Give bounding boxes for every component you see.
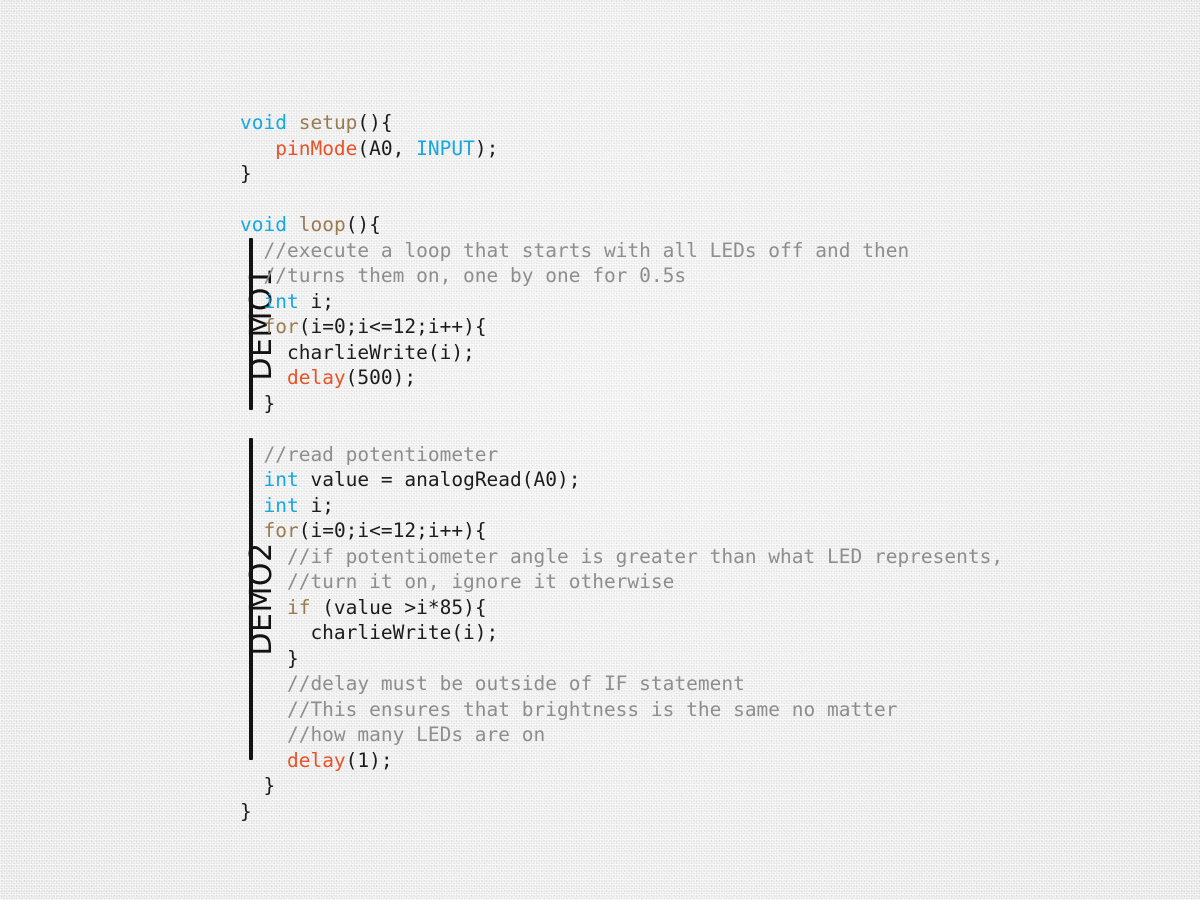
code-line: int value = analogRead(A0); <box>240 467 580 493</box>
code-line: //if potentiometer angle is greater than… <box>240 544 1003 570</box>
code-token: if <box>286 595 311 619</box>
code-token: for <box>263 519 299 542</box>
code-token: int <box>263 493 299 517</box>
code-line: int i; <box>240 289 334 315</box>
code-token: INPUT <box>416 136 475 160</box>
code-token: (500); <box>345 366 417 389</box>
code-token: } <box>240 646 299 670</box>
slide-canvas: DEMO1 DEMO2 void setup(){ pinMode(A0, IN… <box>0 0 1200 900</box>
code-token: ); <box>474 136 499 160</box>
code-line: charlieWrite(i); <box>240 620 498 646</box>
code-token: //turn it on, ignore it otherwise <box>240 570 675 593</box>
code-line: //read potentiometer <box>240 442 498 468</box>
code-token: } <box>240 391 276 415</box>
code-token: //turns them on, one by one for 0.5s <box>240 264 687 287</box>
code-line: } <box>240 773 275 799</box>
code-token: (i=0;i<=12;i++){ <box>298 315 487 338</box>
code-token: int <box>263 289 299 313</box>
code-line: } <box>240 161 252 187</box>
code-line: for(i=0;i<=12;i++){ <box>240 314 487 340</box>
code-token: loop <box>298 213 346 236</box>
code-line: int i; <box>240 493 334 519</box>
code-line: //turns them on, one by one for 0.5s <box>240 263 686 289</box>
code-line: //execute a loop that starts with all LE… <box>240 238 909 264</box>
code-token: } <box>240 162 252 185</box>
code-line: } <box>240 799 252 825</box>
code-token: pinMode <box>275 136 358 160</box>
code-token: int <box>263 468 299 491</box>
code-token: (value >i*85){ <box>310 595 487 619</box>
code-token: charlieWrite(i); <box>240 621 499 644</box>
code-line: for(i=0;i<=12;i++){ <box>240 518 487 544</box>
code-line: //This ensures that brightness is the sa… <box>240 697 898 723</box>
code-token: i; <box>298 493 334 517</box>
code-line: //how many LEDs are on <box>240 722 545 748</box>
code-token: } <box>240 799 252 823</box>
code-token: setup <box>298 111 358 134</box>
code-token: for <box>263 315 299 338</box>
code-token: //This ensures that brightness is the sa… <box>240 697 898 721</box>
code-token: void <box>240 213 287 236</box>
code-token: void <box>240 111 287 134</box>
code-token: i; <box>298 289 334 313</box>
code-line: void setup(){ <box>240 110 393 136</box>
code-block: void setup(){ pinMode(A0, INPUT);} void l… <box>0 0 1200 900</box>
code-line: if (value >i*85){ <box>240 595 487 621</box>
code-token: //if potentiometer angle is greater than… <box>240 544 1004 568</box>
code-line: pinMode(A0, INPUT); <box>240 136 498 162</box>
code-line: delay(1); <box>240 748 393 774</box>
code-token: delay <box>286 748 346 772</box>
code-token: delay <box>286 366 346 389</box>
code-line: } <box>240 391 275 417</box>
code-line: } <box>240 646 299 672</box>
code-token: charlieWrite(i); <box>240 340 475 364</box>
code-token: value = analogRead(A0); <box>298 468 581 491</box>
code-token: //execute a loop that starts with all LE… <box>240 238 910 262</box>
code-token: (){ <box>345 213 381 236</box>
code-line: void loop(){ <box>240 212 381 238</box>
code-token: (1); <box>345 748 393 772</box>
code-token: (i=0;i<=12;i++){ <box>298 519 487 542</box>
code-line: delay(500); <box>240 365 416 391</box>
code-token: //delay must be outside of IF statement <box>240 672 745 695</box>
code-line: charlieWrite(i); <box>240 340 475 366</box>
code-token: } <box>240 774 276 797</box>
code-token: (){ <box>357 111 393 134</box>
code-token: (A0, <box>357 136 417 160</box>
code-line: //turn it on, ignore it otherwise <box>240 569 674 595</box>
code-token: //how many LEDs are on <box>240 723 546 746</box>
code-token: //read potentiometer <box>240 442 499 466</box>
code-line: //delay must be outside of IF statement <box>240 671 745 697</box>
